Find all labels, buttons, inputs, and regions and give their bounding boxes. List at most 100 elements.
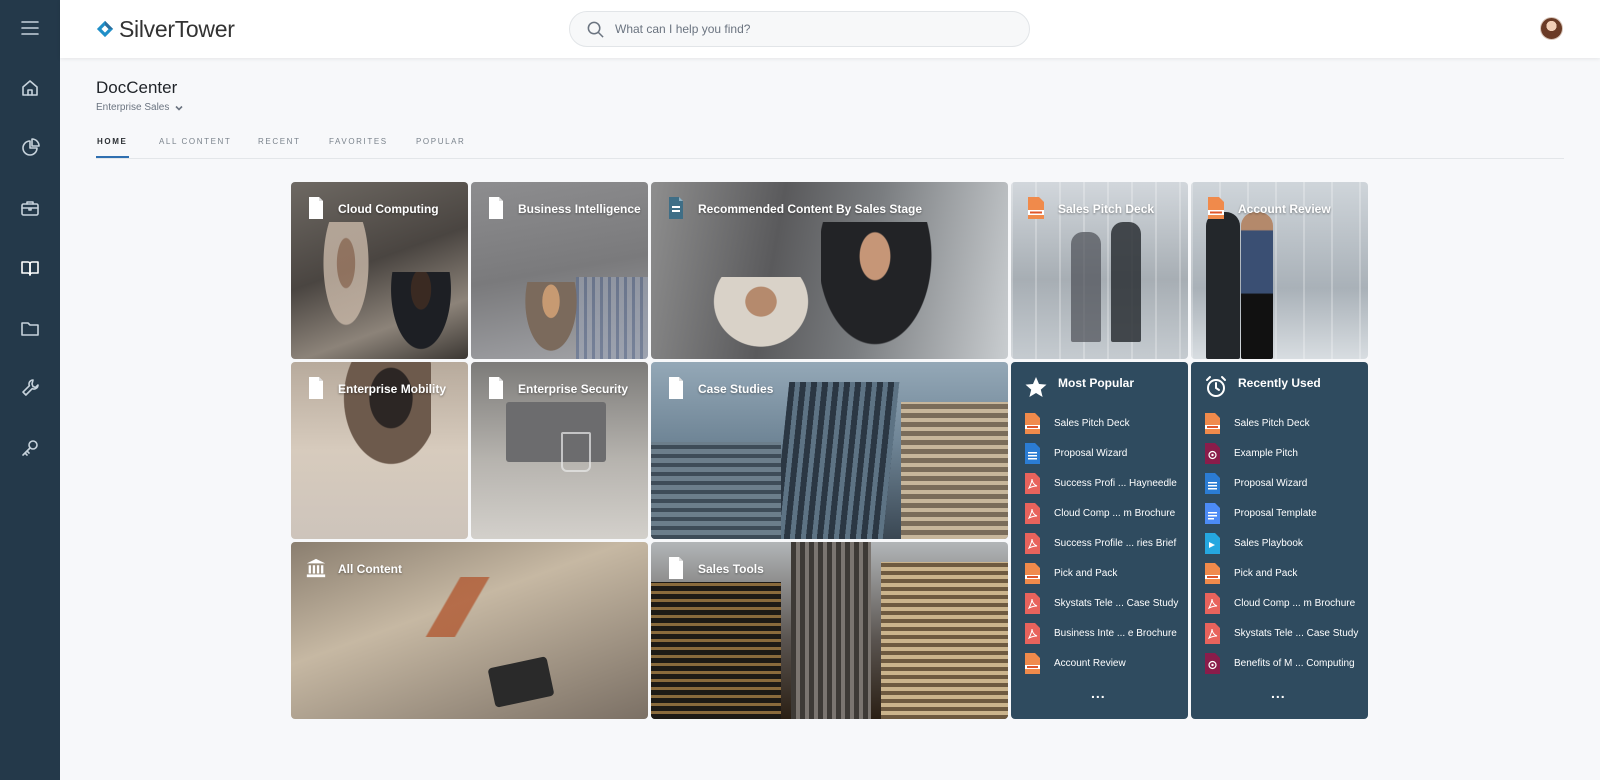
workspace-selector[interactable]: Enterprise Sales: [96, 102, 184, 113]
livedoc-icon: [1205, 562, 1220, 584]
tile-sales-tools[interactable]: Sales Tools: [651, 542, 1008, 719]
open-book-icon: [21, 261, 39, 276]
tile-photo-glass: [561, 432, 591, 472]
document-icon: [669, 557, 683, 579]
tab-favorites[interactable]: FAVORITES: [329, 137, 388, 146]
list-item[interactable]: Skystats Tele ... Case Study: [1204, 620, 1364, 646]
tile-account-review[interactable]: Account Review: [1191, 182, 1368, 359]
tile-title: Recommended Content By Sales Stage: [698, 202, 923, 216]
tab-home[interactable]: HOME: [95, 137, 130, 158]
home-icon: [22, 80, 38, 96]
more-button[interactable]: ...: [1271, 685, 1286, 701]
tile-sales-pitch-deck[interactable]: Sales Pitch Deck: [1011, 182, 1188, 359]
bank-building-icon: [306, 558, 326, 578]
pdf-icon: [1205, 622, 1220, 644]
tab-all-content[interactable]: ALL CONTENT: [159, 137, 231, 146]
workspace-label: Enterprise Sales: [96, 102, 170, 113]
tile-recommended-content[interactable]: Recommended Content By Sales Stage: [651, 182, 1008, 359]
livedoc-icon: [1025, 412, 1040, 434]
list-item[interactable]: Sales Pitch Deck: [1024, 410, 1184, 436]
tile-title: Business Intelligence: [518, 202, 641, 216]
pitch-icon: [1205, 442, 1220, 464]
wrench-icon: [22, 379, 39, 396]
playbook-icon: [1205, 532, 1220, 554]
folder-icon: [21, 322, 39, 336]
sidebar-item-admin[interactable]: [0, 428, 60, 468]
pie-chart-icon: [22, 138, 40, 156]
document-icon: [669, 197, 683, 219]
panel-title: Most Popular: [1058, 376, 1135, 390]
tile-enterprise-mobility[interactable]: Enterprise Mobility: [291, 362, 468, 539]
search-icon: [587, 21, 604, 38]
diamond-logo-icon: [96, 20, 114, 38]
menu-button[interactable]: [0, 8, 60, 48]
sidebar: [0, 0, 60, 780]
avatar[interactable]: [1540, 17, 1563, 40]
pitch-icon: [1205, 652, 1220, 674]
livedoc-icon: [1028, 197, 1044, 219]
tile-photo-person: [1241, 212, 1273, 359]
tile-photo-person: [386, 272, 456, 359]
search-input[interactable]: [615, 22, 995, 36]
list-item[interactable]: Sales Pitch Deck: [1204, 410, 1364, 436]
list-item[interactable]: Success Profile ... ries Brief: [1024, 530, 1184, 556]
tile-photo-person: [821, 222, 941, 359]
google-doc-icon: [1205, 502, 1220, 524]
list-item[interactable]: Cloud Comp ... m Brochure: [1024, 500, 1184, 526]
sidebar-item-tools[interactable]: [0, 368, 60, 408]
tile-photo-person: [331, 362, 431, 482]
document-icon: [309, 197, 323, 219]
sidebar-item-home[interactable]: [0, 68, 60, 108]
tile-photo-phone: [487, 656, 555, 708]
tile-title: All Content: [338, 562, 402, 576]
tile-cloud-computing[interactable]: Cloud Computing: [291, 182, 468, 359]
key-icon: [22, 440, 38, 456]
livedoc-icon: [1208, 197, 1224, 219]
list-item[interactable]: Sales Playbook: [1204, 530, 1364, 556]
list-item[interactable]: Example Pitch: [1204, 440, 1364, 466]
word-document-icon: [1025, 442, 1040, 464]
more-button[interactable]: ...: [1091, 685, 1106, 701]
sidebar-item-doccenter[interactable]: [0, 248, 60, 288]
tile-photo-person: [701, 277, 821, 359]
tile-enterprise-security[interactable]: Enterprise Security: [471, 362, 648, 539]
tile-photo-building: [881, 562, 1008, 719]
tile-all-content[interactable]: All Content: [291, 542, 648, 719]
tile-photo-person: [1111, 222, 1141, 342]
tile-photo-chart: [576, 277, 648, 359]
list-item[interactable]: Account Review: [1024, 650, 1184, 676]
page-title: DocCenter: [96, 78, 178, 97]
tile-title: Account Review: [1238, 202, 1331, 216]
list-item[interactable]: Business Inte ... e Brochure: [1024, 620, 1184, 646]
most-popular-panel: Most Popular Sales Pitch Deck Proposal W…: [1011, 362, 1188, 719]
tab-recent[interactable]: RECENT: [258, 137, 301, 146]
document-icon: [309, 377, 323, 399]
tile-title: Enterprise Mobility: [338, 382, 447, 396]
logo[interactable]: SilverTower: [96, 14, 235, 44]
sidebar-item-briefcase[interactable]: [0, 188, 60, 228]
list-item[interactable]: Pick and Pack: [1024, 560, 1184, 586]
tile-photo-building: [651, 442, 781, 539]
search-bar[interactable]: [569, 11, 1030, 47]
pdf-icon: [1025, 592, 1040, 614]
list-item[interactable]: Benefits of M ... Computing: [1204, 650, 1364, 676]
list-item[interactable]: Skystats Tele ... Case Study: [1024, 590, 1184, 616]
list-item[interactable]: Proposal Template: [1204, 500, 1364, 526]
sidebar-item-analytics[interactable]: [0, 128, 60, 168]
tile-business-intelligence[interactable]: Business Intelligence: [471, 182, 648, 359]
list-item[interactable]: Success Profi ... Hayneedle: [1024, 470, 1184, 496]
pdf-icon: [1025, 622, 1040, 644]
sidebar-item-folders[interactable]: [0, 308, 60, 348]
pdf-icon: [1205, 592, 1220, 614]
list-item[interactable]: Proposal Wizard: [1024, 440, 1184, 466]
tile-photo-person: [1071, 232, 1101, 342]
tab-popular[interactable]: POPULAR: [416, 137, 465, 146]
list-item[interactable]: Pick and Pack: [1204, 560, 1364, 586]
tile-title: Sales Tools: [698, 562, 764, 576]
tile-title: Enterprise Security: [518, 382, 629, 396]
tile-case-studies[interactable]: Case Studies: [651, 362, 1008, 539]
tile-photo-person: [1206, 212, 1240, 359]
list-item[interactable]: Proposal Wizard: [1204, 470, 1364, 496]
list-item[interactable]: Cloud Comp ... m Brochure: [1204, 590, 1364, 616]
document-icon: [489, 377, 503, 399]
